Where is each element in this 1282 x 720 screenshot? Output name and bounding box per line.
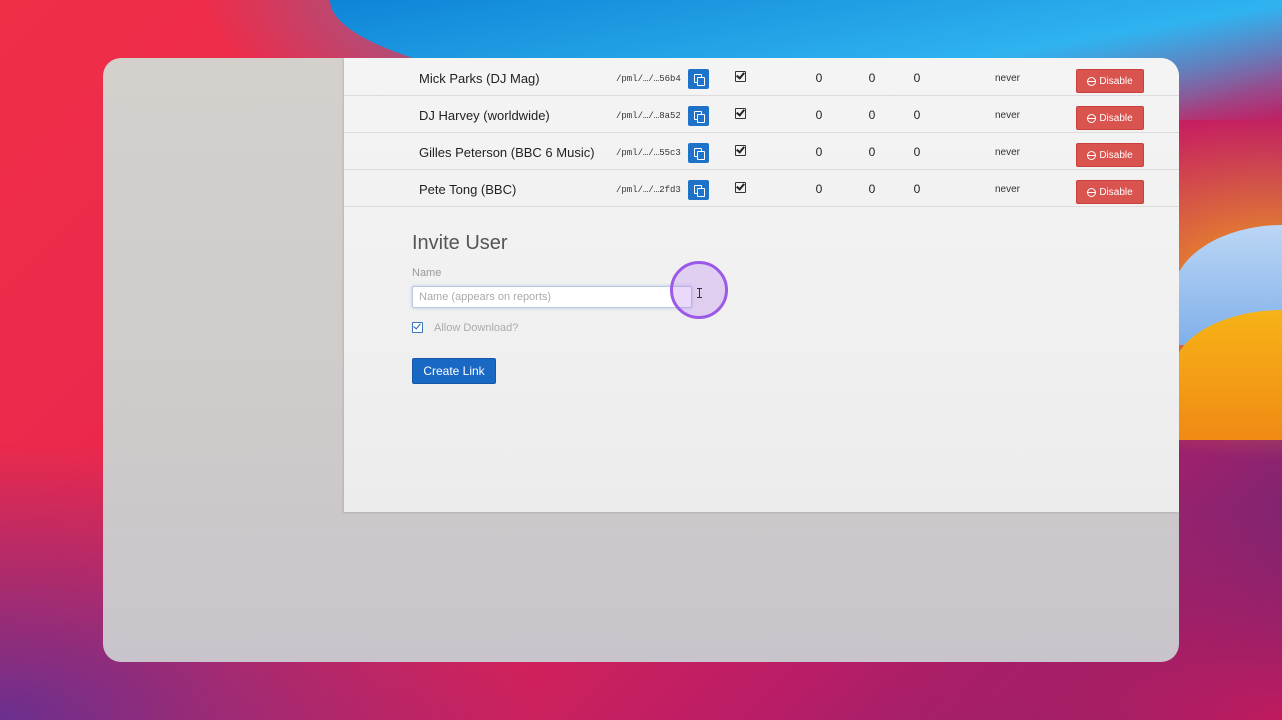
- user-management-page: Mick Parks (DJ Mag)/pml/…/…56b4 0 0 0 never D…: [344, 58, 1179, 512]
- user-name: Gilles Peterson (BBC 6 Music): [419, 145, 595, 160]
- checkbox-checked-icon: [735, 145, 746, 156]
- count-2: 0: [868, 145, 876, 159]
- share-link-path: /pml/…/…2fd3: [616, 185, 681, 195]
- disable-label: Disable: [1099, 186, 1133, 198]
- last-access: never: [995, 110, 1021, 121]
- share-link-path: /pml/…/…56b4: [616, 74, 681, 84]
- copy-icon[interactable]: [688, 106, 709, 126]
- user-row: Mick Parks (DJ Mag) /pml/…/…56b4 0 0 0 never D…: [344, 58, 1179, 96]
- create-link-button[interactable]: Create Link: [412, 358, 496, 384]
- user-name: Mick Parks (DJ Mag): [419, 71, 540, 86]
- count-3: 0: [913, 108, 921, 122]
- allow-download-checkbox[interactable]: [412, 322, 423, 333]
- share-link-path: /pml/…/…8a52: [616, 111, 681, 121]
- disable-button[interactable]: Disable: [1076, 69, 1144, 93]
- text-cursor-icon: [697, 288, 702, 298]
- count-1: 0: [815, 108, 823, 122]
- disable-label: Disable: [1099, 149, 1133, 161]
- count-2: 0: [868, 108, 876, 122]
- copy-icon[interactable]: [688, 69, 709, 89]
- disable-button[interactable]: Disable: [1076, 106, 1144, 130]
- count-1: 0: [815, 145, 823, 159]
- user-row: Gilles Peterson (BBC 6 Music) /pml/…/…55c…: [344, 132, 1179, 170]
- ban-icon: [1087, 113, 1097, 123]
- count-2: 0: [868, 182, 876, 196]
- disable-button[interactable]: Disable: [1076, 180, 1144, 204]
- invite-user-heading: Invite User: [412, 232, 508, 254]
- name-input[interactable]: [412, 286, 692, 308]
- count-3: 0: [913, 71, 921, 85]
- checkbox-checked-icon: [735, 71, 746, 82]
- ban-icon: [1087, 187, 1097, 197]
- checkbox-checked-icon: [735, 182, 746, 193]
- copy-icon[interactable]: [688, 143, 709, 163]
- user-name: Pete Tong (BBC): [419, 182, 517, 197]
- name-label: Name: [412, 267, 442, 279]
- count-1: 0: [815, 71, 823, 85]
- last-access: never: [995, 73, 1021, 84]
- user-row: DJ Harvey (worldwide) /pml/…/…8a52 0 0 0 neve…: [344, 95, 1179, 133]
- count-1: 0: [815, 182, 823, 196]
- disable-button[interactable]: Disable: [1076, 143, 1144, 167]
- screen-recording-frame: Mick Parks (DJ Mag)/pml/…/…56b4 0 0 0 never D…: [103, 58, 1179, 662]
- count-3: 0: [913, 182, 921, 196]
- last-access: never: [995, 147, 1021, 158]
- disable-label: Disable: [1099, 112, 1133, 124]
- checkbox-checked-icon: [735, 108, 746, 119]
- copy-icon[interactable]: [688, 180, 709, 200]
- user-name: DJ Harvey (worldwide): [419, 108, 550, 123]
- allow-download-label: Allow Download?: [434, 322, 519, 334]
- count-2: 0: [868, 71, 876, 85]
- last-access: never: [995, 184, 1021, 195]
- disable-label: Disable: [1099, 75, 1133, 87]
- user-row: Pete Tong (BBC) /pml/…/…2fd3 0 0 0 never Disab…: [344, 169, 1179, 207]
- ban-icon: [1087, 76, 1097, 86]
- share-link-path: /pml/…/…55c3: [616, 148, 681, 158]
- ban-icon: [1087, 150, 1097, 160]
- count-3: 0: [913, 145, 921, 159]
